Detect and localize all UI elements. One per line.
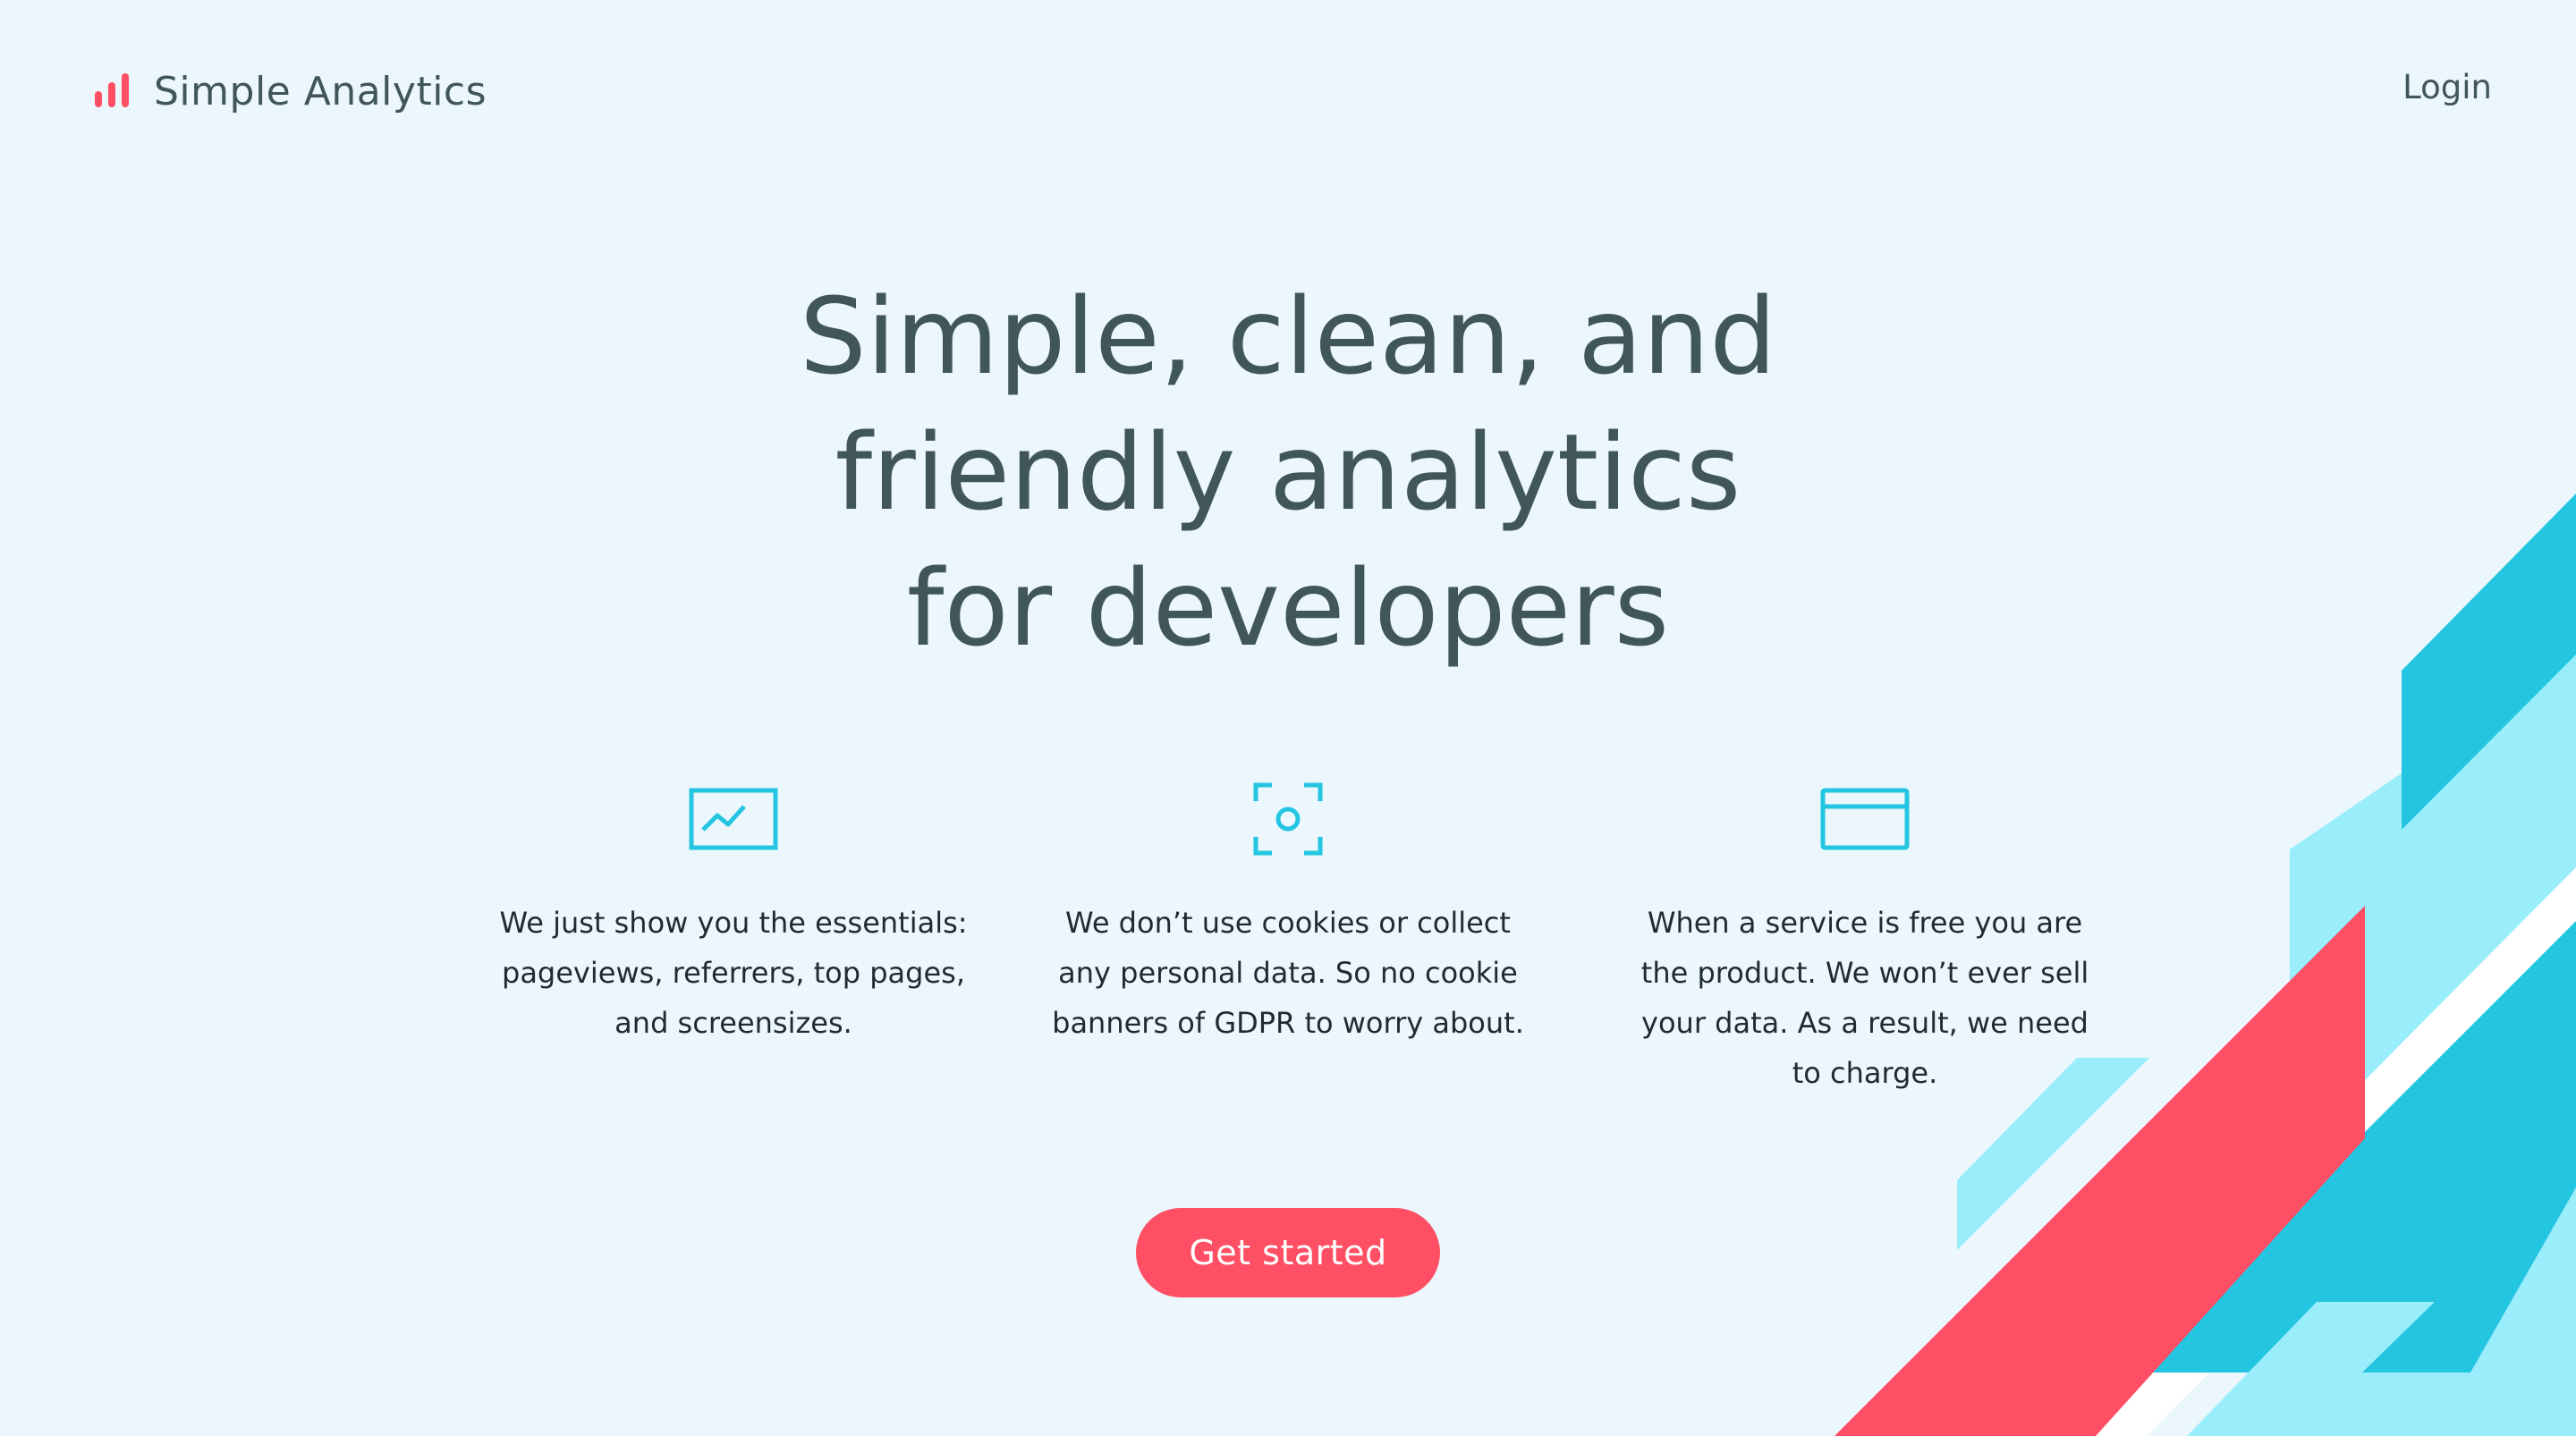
brand-name: Simple Analytics bbox=[154, 68, 487, 114]
chart-icon bbox=[689, 788, 778, 850]
feature-description: We don’t use cookies or collect any pers… bbox=[1038, 898, 1538, 1048]
credit-card-icon bbox=[1820, 788, 1910, 850]
feature-description: When a service is free you are the produ… bbox=[1614, 898, 2115, 1098]
bar-chart-logo-icon bbox=[95, 73, 129, 107]
feature-line: and screensizes. bbox=[614, 1006, 852, 1040]
brand-logo-link[interactable]: Simple Analytics bbox=[93, 64, 487, 118]
hero-title: Simple, clean, and friendly analytics fo… bbox=[572, 268, 2004, 676]
privacy-focus-icon bbox=[1253, 782, 1323, 856]
feature-description: We just show you the essentials: pagevie… bbox=[483, 898, 984, 1048]
features-section: We just show you the essentials: pagevie… bbox=[483, 781, 2093, 1103]
feature-privacy: We don’t use cookies or collect any pers… bbox=[1038, 781, 1538, 1048]
login-link[interactable]: Login bbox=[2402, 68, 2492, 106]
stripe-blue-top bbox=[2402, 494, 2576, 830]
feature-line: We don’t use cookies or collect bbox=[1065, 906, 1511, 940]
feature-line: banners of GDPR to worry about. bbox=[1052, 1006, 1524, 1040]
stripe-light-blue-large bbox=[2182, 655, 2576, 1246]
hero-title-line: friendly analytics bbox=[835, 410, 1741, 534]
hero-title-line: for developers bbox=[906, 546, 1670, 670]
feature-line: When a service is free you are bbox=[1647, 906, 2083, 940]
site-header: Simple Analytics Login bbox=[0, 0, 2576, 184]
stripe-light-blue-large-2 bbox=[2290, 655, 2576, 1436]
feature-line: the product. We won’t ever sell bbox=[1640, 956, 2089, 990]
hero-title-line: Simple, clean, and bbox=[799, 275, 1777, 398]
stripe-blue-main bbox=[2124, 921, 2576, 1373]
feature-line: any personal data. So no cookie bbox=[1058, 956, 1518, 990]
feature-line: pageviews, referrers, top pages, bbox=[502, 956, 965, 990]
feature-paid: When a service is free you are the produ… bbox=[1614, 781, 2115, 1098]
feature-line: your data. As a result, we need bbox=[1641, 1006, 2089, 1040]
feature-line: to charge. bbox=[1792, 1056, 1938, 1090]
get-started-button[interactable]: Get started bbox=[1136, 1208, 1440, 1297]
stripe-light-blue-bottom bbox=[2187, 1302, 2435, 1436]
feature-essentials: We just show you the essentials: pagevie… bbox=[483, 781, 984, 1048]
feature-line: We just show you the essentials: bbox=[499, 906, 968, 940]
